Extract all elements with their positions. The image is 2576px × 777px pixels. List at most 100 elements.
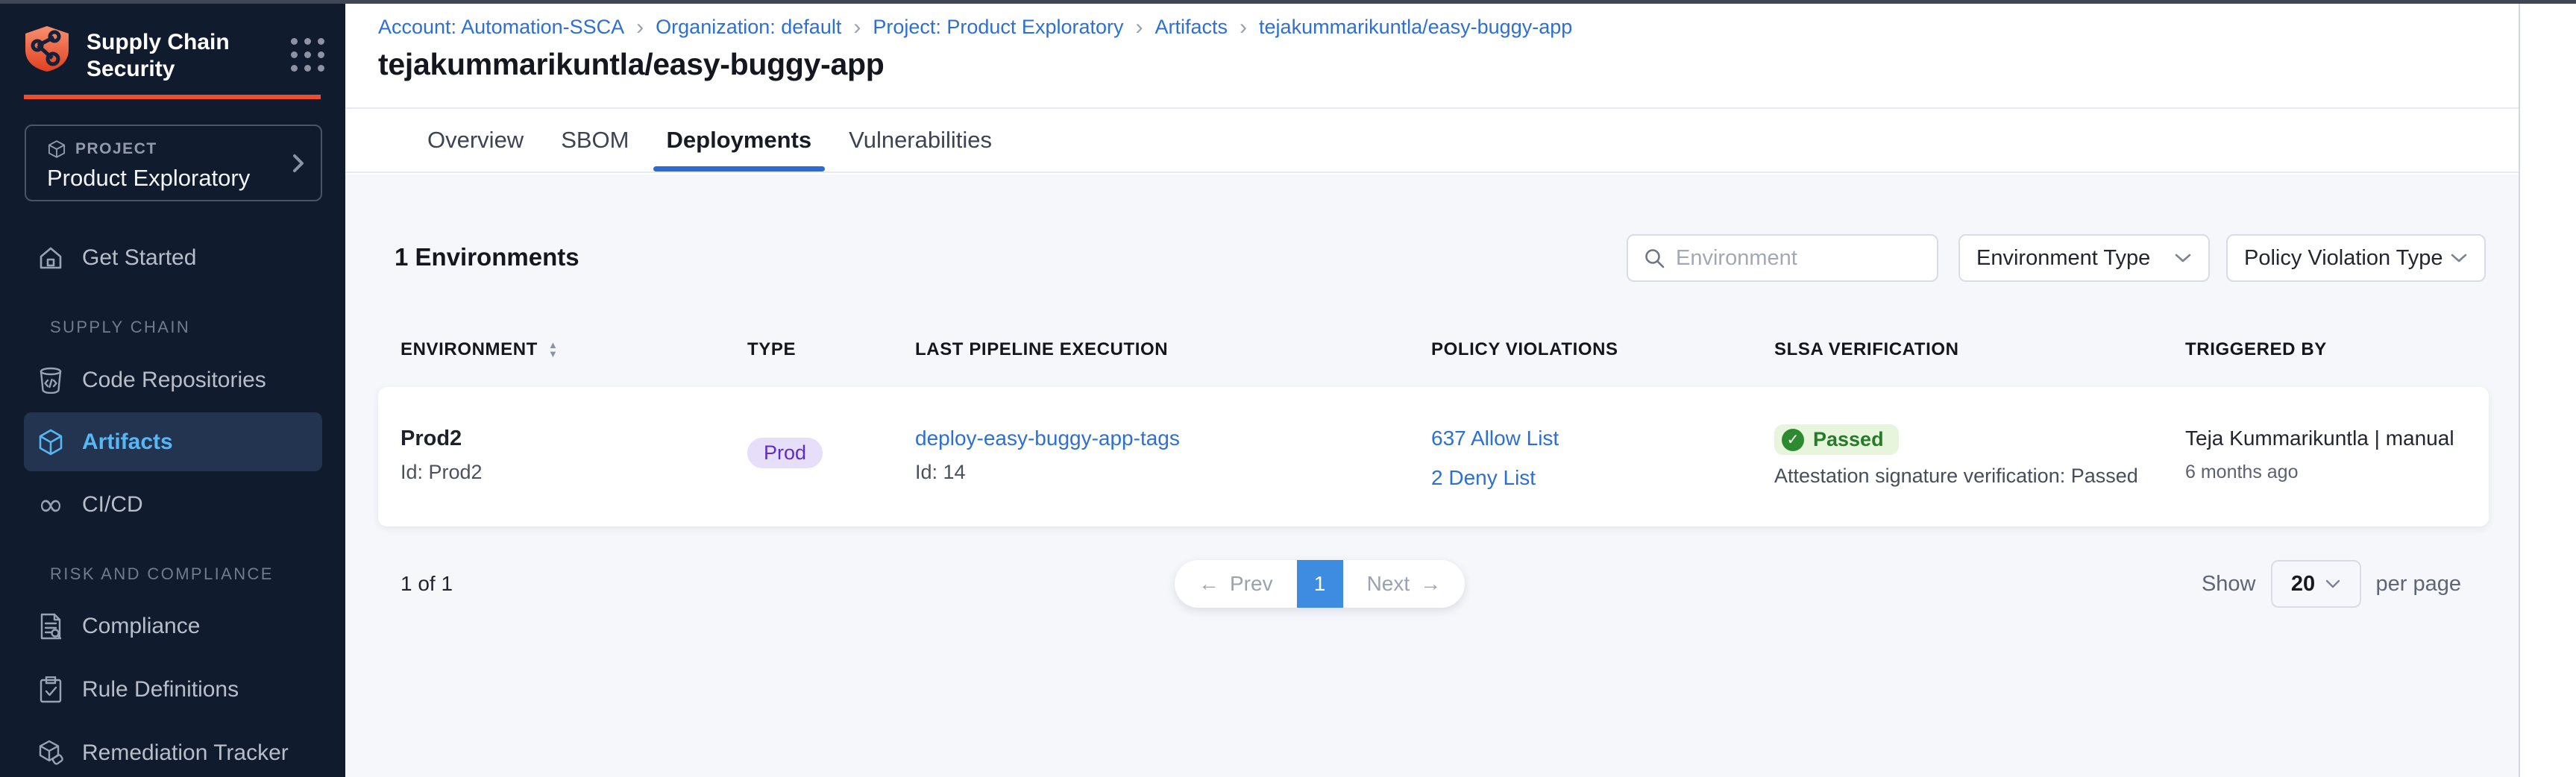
supply-chain-security-logo-icon	[22, 25, 72, 72]
cicd-infinity-icon: ∞	[37, 494, 64, 516]
prev-page-button[interactable]: ← Prev	[1175, 560, 1297, 608]
table-header-row: ENVIRONMENT ▲ ▼ TYPE LAST PIPELINE EXECU…	[378, 331, 2489, 368]
breadcrumb-artifacts-link[interactable]: Artifacts	[1155, 16, 1228, 39]
app-logo-row: Supply Chain Security	[22, 25, 324, 83]
deployments-content: 1 Environments Environment Type	[345, 174, 2519, 777]
page-size-select[interactable]: 20	[2271, 560, 2361, 608]
slsa-verification-cell: ✓ Passed Attestation signature verificat…	[1774, 387, 2185, 526]
app-title: Supply Chain Security	[87, 29, 291, 83]
pager: ← Prev 1 Next →	[1175, 560, 1465, 608]
sidebar-item-get-started[interactable]: Get Started	[0, 229, 345, 287]
sidebar-item-label: Compliance	[82, 614, 200, 639]
breadcrumb: Account: Automation-SSCA › Organization:…	[378, 16, 1572, 39]
type-cell: Prod	[747, 387, 915, 526]
next-page-button[interactable]: Next →	[1343, 560, 1466, 608]
sidebar-item-artifacts[interactable]: Artifacts	[24, 412, 322, 471]
chevron-right-icon	[292, 153, 304, 174]
search-input[interactable]	[1676, 246, 1957, 271]
project-selector[interactable]: PROJECT Product Exploratory	[25, 125, 322, 201]
sidebar-section-supply-chain: SUPPLY CHAIN	[50, 318, 190, 337]
show-label: Show	[2202, 572, 2256, 597]
arrow-left-icon: ←	[1199, 572, 1219, 596]
column-header-slsa-verification: SLSA VERIFICATION	[1774, 339, 2185, 360]
search-icon	[1643, 247, 1665, 269]
environments-count-title: 1 Environments	[395, 243, 579, 271]
environment-id: Id: Prod2	[400, 459, 747, 485]
sidebar-item-remediation-tracker[interactable]: Remediation Tracker	[0, 724, 345, 777]
slsa-passed-badge: ✓ Passed	[1774, 424, 1899, 455]
environment-row[interactable]: Prod2 Id: Prod2 Prod deploy-easy-buggy-a…	[378, 387, 2489, 526]
project-label: PROJECT	[75, 140, 157, 158]
breadcrumb-artifact-name-link[interactable]: tejakummarikuntla/easy-buggy-app	[1259, 16, 1572, 39]
code-repository-icon	[37, 367, 64, 394]
breadcrumb-organization-link[interactable]: Organization: default	[656, 16, 841, 39]
column-header-environment: ENVIRONMENT ▲ ▼	[400, 339, 747, 360]
breadcrumb-separator-icon: ›	[853, 17, 861, 37]
chevron-down-icon	[2450, 253, 2468, 263]
page-title: tejakummarikuntla/easy-buggy-app	[378, 47, 884, 82]
policy-violation-type-filter[interactable]: Policy Violation Type	[2226, 234, 2486, 282]
attestation-detail: Attestation signature verification: Pass…	[1774, 462, 2185, 489]
breadcrumb-project-link[interactable]: Project: Product Exploratory	[873, 16, 1123, 39]
column-header-triggered-by: TRIGGERED BY	[2185, 339, 2466, 360]
breadcrumb-separator-icon: ›	[636, 17, 644, 37]
filter-label: Policy Violation Type	[2244, 246, 2443, 271]
environment-search[interactable]	[1627, 234, 1938, 282]
sidebar-item-label: Get Started	[82, 245, 196, 271]
environment-cell: Prod2 Id: Prod2	[400, 387, 747, 526]
sidebar-section-risk-compliance: RISK AND COMPLIANCE	[50, 564, 274, 584]
environment-type-filter[interactable]: Environment Type	[1958, 234, 2210, 282]
app-switcher-icon[interactable]	[291, 38, 324, 72]
chevron-down-icon	[2174, 253, 2192, 263]
breadcrumb-separator-icon: ›	[1240, 17, 1247, 37]
check-circle-icon: ✓	[1782, 429, 1804, 451]
app-screen: Supply Chain Security PROJECT Product Ex…	[0, 0, 2576, 777]
remediation-cube-tag-icon	[37, 740, 64, 767]
compliance-document-icon	[37, 613, 64, 640]
clipboard-check-icon	[37, 676, 64, 703]
deny-list-link[interactable]: 2 Deny List	[1431, 464, 1774, 492]
allow-list-link[interactable]: 637 Allow List	[1431, 424, 1774, 453]
slsa-status-text: Passed	[1813, 428, 1884, 451]
project-name: Product Exploratory	[47, 165, 303, 192]
tab-sbom[interactable]: SBOM	[561, 109, 629, 172]
sidebar-item-label: Rule Definitions	[82, 677, 239, 702]
breadcrumb-account-link[interactable]: Account: Automation-SSCA	[378, 16, 624, 39]
project-cube-icon	[47, 139, 66, 159]
environment-name: Prod2	[400, 424, 747, 453]
sidebar: Supply Chain Security PROJECT Product Ex…	[0, 4, 345, 777]
tab-bar: Overview SBOM Deployments Vulnerabilitie…	[345, 109, 2519, 173]
sort-icon[interactable]: ▲ ▼	[548, 341, 558, 359]
policy-violations-cell: 637 Allow List 2 Deny List	[1431, 387, 1774, 526]
triggered-by-text: Teja Kummarikuntla | manual	[2185, 424, 2466, 453]
sidebar-item-label: Remediation Tracker	[82, 740, 289, 766]
arrow-right-icon: →	[1420, 572, 1441, 596]
page-summary: 1 of 1	[400, 560, 453, 608]
column-header-last-pipeline-execution: LAST PIPELINE EXECUTION	[915, 339, 1431, 360]
breadcrumb-separator-icon: ›	[1136, 17, 1143, 37]
sidebar-item-compliance[interactable]: Compliance	[0, 597, 345, 655]
sidebar-item-cicd[interactable]: ∞ CI/CD	[0, 476, 345, 534]
chevron-down-icon	[2325, 579, 2340, 588]
tab-vulnerabilities[interactable]: Vulnerabilities	[849, 109, 992, 172]
triggered-by-cell: Teja Kummarikuntla | manual 6 months ago	[2185, 387, 2466, 526]
sidebar-item-label: CI/CD	[82, 492, 143, 518]
page-number-button[interactable]: 1	[1297, 560, 1343, 608]
pagination-row: 1 of 1 ← Prev 1 Next → Show 20	[345, 560, 2519, 608]
tab-deployments[interactable]: Deployments	[667, 109, 812, 172]
sidebar-item-label: Code Repositories	[82, 368, 266, 393]
filter-label: Environment Type	[1976, 246, 2150, 271]
page-size-control: Show 20 per page	[2202, 560, 2461, 608]
sidebar-item-code-repositories[interactable]: Code Repositories	[0, 351, 345, 409]
main-area: Account: Automation-SSCA › Organization:…	[345, 4, 2576, 777]
artifacts-cube-icon	[37, 428, 64, 456]
sidebar-item-label: Artifacts	[82, 430, 173, 455]
per-page-label: per page	[2376, 572, 2462, 597]
sidebar-item-rule-definitions[interactable]: Rule Definitions	[0, 661, 345, 719]
triggered-time: 6 months ago	[2185, 462, 2466, 483]
pipeline-cell: deploy-easy-buggy-app-tags Id: 14	[915, 387, 1431, 526]
tab-overview[interactable]: Overview	[427, 109, 524, 172]
pipeline-execution-id: Id: 14	[915, 459, 1431, 485]
pipeline-execution-link[interactable]: deploy-easy-buggy-app-tags	[915, 424, 1431, 453]
home-icon	[37, 245, 64, 271]
